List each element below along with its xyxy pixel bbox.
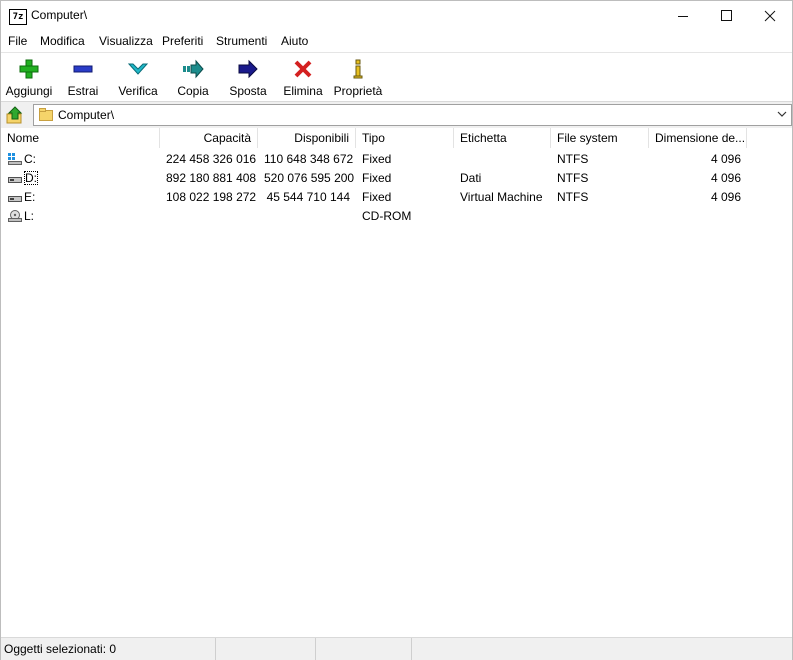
chevron-down-icon[interactable] <box>776 108 788 120</box>
info-label: Proprietà <box>333 84 383 98</box>
cell-label <box>454 150 551 168</box>
column-name[interactable]: Nome <box>1 128 160 148</box>
delete-button[interactable]: Elimina <box>281 55 325 99</box>
cell-capacity <box>160 207 258 225</box>
status-bar: Oggetti selezionati: 0 <box>1 637 792 660</box>
add-button[interactable]: Aggiungi <box>3 55 55 99</box>
up-folder-button[interactable] <box>5 105 25 125</box>
minus-icon <box>73 65 93 73</box>
cell-cluster-size <box>649 207 747 225</box>
minimize-button[interactable] <box>661 1 707 31</box>
cell-capacity: 892 180 881 408 <box>166 171 257 185</box>
menu-bar: File Modifica Visualizza Preferiti Strum… <box>1 31 792 51</box>
cell-available: 45 544 710 144 <box>266 190 350 204</box>
cd-drive-icon <box>8 210 22 222</box>
cell-filesystem: NTFS <box>557 190 589 204</box>
menu-preferiti[interactable]: Preferiti <box>162 34 203 48</box>
table-row[interactable]: D: 892 180 881 408 520 076 595 200 Fixed… <box>1 169 761 187</box>
hard-drive-icon <box>8 177 22 183</box>
info-icon <box>353 59 363 79</box>
column-type[interactable]: Tipo <box>356 128 454 148</box>
cell-cluster-size: 4 096 <box>710 190 741 204</box>
address-bar-row: Computer\ <box>1 101 792 129</box>
move-label: Sposta <box>229 84 267 98</box>
delete-label: Elimina <box>283 84 323 98</box>
copy-label: Copia <box>177 84 209 98</box>
cell-type: Fixed <box>362 171 392 185</box>
title-bar[interactable]: 7z Computer\ <box>1 1 792 31</box>
folder-icon <box>39 108 53 121</box>
up-arrow-icon <box>6 106 23 124</box>
status-pane-2 <box>216 638 316 660</box>
maximize-button[interactable] <box>704 1 750 31</box>
column-capacity[interactable]: Capacità <box>160 128 258 148</box>
menu-strumenti[interactable]: Strumenti <box>216 34 267 48</box>
test-button[interactable]: Verifica <box>115 55 161 99</box>
column-label[interactable]: Etichetta <box>454 128 551 148</box>
copy-button[interactable]: Copia <box>173 55 213 99</box>
check-chevron-icon <box>127 63 149 75</box>
cell-type: Fixed <box>362 152 392 166</box>
move-arrow-icon <box>238 59 258 79</box>
toolbar: Aggiungi Estrai Verifica Copia Sposta El… <box>1 52 792 101</box>
maximize-icon <box>721 10 732 21</box>
status-pane-3 <box>316 638 412 660</box>
menu-modifica[interactable]: Modifica <box>40 34 85 48</box>
add-label: Aggiungi <box>5 84 53 98</box>
cell-cluster-size: 4 096 <box>710 152 741 166</box>
cell-label: Dati <box>460 171 482 185</box>
drive-name: L: <box>24 209 35 223</box>
table-row[interactable]: E: 108 022 198 272 45 544 710 144 Fixed … <box>1 188 761 206</box>
column-cluster-size[interactable]: Dimensione de... <box>649 128 747 148</box>
close-button[interactable] <box>747 1 793 31</box>
cell-filesystem: NTFS <box>557 171 589 185</box>
menu-aiuto[interactable]: Aiuto <box>281 34 308 48</box>
close-icon <box>764 10 776 22</box>
status-selected: Oggetti selezionati: 0 <box>1 638 216 660</box>
cell-filesystem: NTFS <box>557 152 589 166</box>
column-available[interactable]: Disponibili <box>258 128 356 148</box>
windows-drive-icon <box>8 153 22 165</box>
table-row[interactable]: C: 224 458 326 016 110 648 348 672 Fixed… <box>1 150 761 168</box>
column-header: Nome Capacità Disponibili Tipo Etichetta… <box>1 128 792 148</box>
cell-label: Virtual Machine <box>460 190 543 204</box>
app-icon: 7z <box>9 9 27 25</box>
drive-name: D: <box>24 169 38 187</box>
table-row[interactable]: L: CD-ROM <box>1 207 761 225</box>
copy-arrow-icon <box>183 59 204 79</box>
drive-name: C: <box>24 152 36 166</box>
delete-x-icon <box>294 60 312 78</box>
cell-available: 520 076 595 200 <box>264 171 355 185</box>
column-filesystem[interactable]: File system <box>551 128 649 148</box>
cell-type: CD-ROM <box>362 209 412 223</box>
info-button[interactable]: Proprietà <box>333 55 383 99</box>
file-list[interactable]: Nome Capacità Disponibili Tipo Etichetta… <box>1 128 792 636</box>
cell-capacity: 224 458 326 016 <box>166 152 257 166</box>
main-window: 7z Computer\ File Modifica Visualizza Pr… <box>0 0 793 660</box>
menu-visualizza[interactable]: Visualizza <box>99 34 153 48</box>
menu-file[interactable]: File <box>8 34 27 48</box>
status-pane-4 <box>412 638 792 660</box>
focused-drive-name: D: <box>24 171 38 185</box>
cell-available <box>258 207 356 225</box>
drive-name: E: <box>24 190 36 204</box>
extract-label: Estrai <box>67 84 99 98</box>
minimize-icon <box>678 16 688 17</box>
cell-type: Fixed <box>362 190 392 204</box>
cell-label <box>454 207 551 225</box>
test-label: Verifica <box>118 84 158 98</box>
hard-drive-icon <box>8 196 22 202</box>
cell-available: 110 648 348 672 <box>264 152 354 166</box>
cell-filesystem <box>551 207 649 225</box>
window-title: Computer\ <box>31 8 88 22</box>
cell-capacity: 108 022 198 272 <box>166 190 257 204</box>
move-button[interactable]: Sposta <box>227 55 269 99</box>
plus-icon <box>19 59 39 79</box>
address-field[interactable]: Computer\ <box>33 104 792 126</box>
extract-button[interactable]: Estrai <box>63 55 103 99</box>
address-path: Computer\ <box>58 108 115 122</box>
cell-cluster-size: 4 096 <box>710 171 741 185</box>
